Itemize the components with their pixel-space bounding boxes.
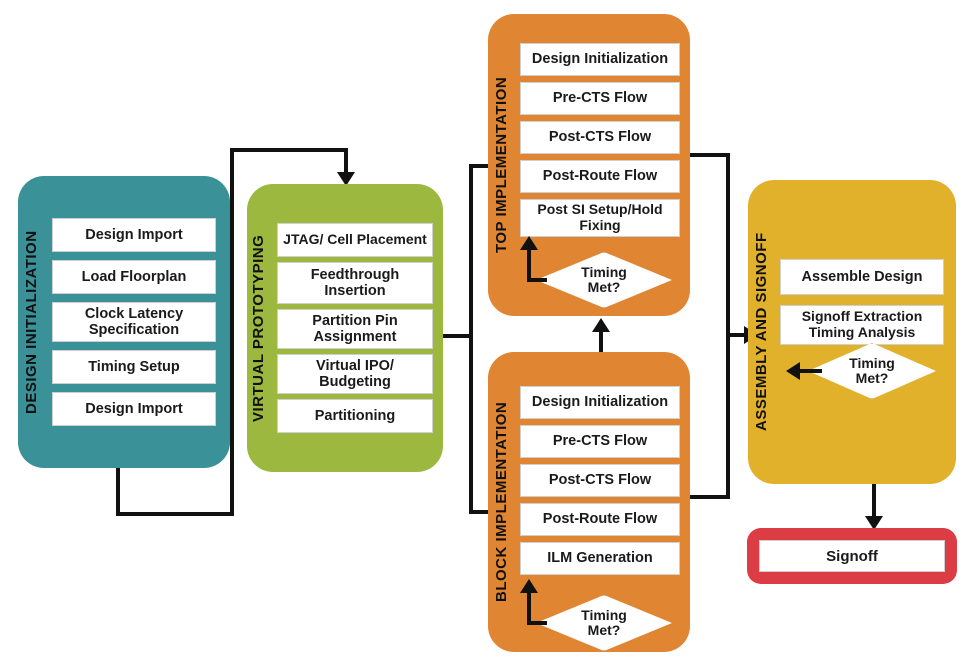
terminal-signoff[interactable]: Signoff bbox=[747, 528, 957, 584]
arrowhead-block-to-top bbox=[592, 318, 610, 332]
step-node[interactable]: ILM Generation bbox=[520, 541, 680, 575]
decision-top-timing-met[interactable]: Timing Met? bbox=[536, 252, 672, 308]
stage-assembly-and-signoff[interactable]: ASSEMBLY AND SIGNOFF Assemble Design Sig… bbox=[748, 180, 956, 484]
connector-init-to-vp-bottom bbox=[116, 512, 234, 516]
stage-title-block-implementation: BLOCK IMPLEMENTATION bbox=[493, 401, 510, 603]
step-node[interactable]: Post-Route Flow bbox=[520, 502, 680, 536]
step-node[interactable]: Partitioning bbox=[277, 399, 433, 433]
step-node[interactable]: Pre-CTS Flow bbox=[520, 82, 680, 115]
arrowhead-top-feedback bbox=[520, 236, 538, 250]
connector-init-to-vp-down-left bbox=[116, 466, 120, 516]
flowchart-canvas: DESIGN INITIALIZATION Design Import Load… bbox=[0, 0, 973, 664]
step-node[interactable]: Post-CTS Flow bbox=[520, 121, 680, 154]
step-node[interactable]: Assemble Design bbox=[780, 259, 944, 295]
connector-assembly-feedback-h bbox=[800, 369, 822, 373]
connector-vp-split-vertical bbox=[469, 164, 473, 512]
decision-label: Timing Met? bbox=[581, 263, 627, 295]
step-node[interactable]: Design Initialization bbox=[520, 385, 680, 419]
stage-design-initialization[interactable]: DESIGN INITIALIZATION Design Import Load… bbox=[18, 176, 230, 468]
stage-steps-virtual-prototyping: JTAG/ Cell Placement Feedthrough Inserti… bbox=[277, 198, 433, 458]
arrowhead-block-feedback bbox=[520, 579, 538, 593]
step-node[interactable]: Design Import bbox=[52, 218, 216, 252]
terminal-signoff-label: Signoff bbox=[759, 540, 945, 572]
connector-top-out bbox=[684, 153, 730, 157]
connector-init-to-vp-up-right bbox=[230, 148, 234, 516]
step-node[interactable]: JTAG/ Cell Placement bbox=[277, 223, 433, 257]
step-node[interactable]: Load Floorplan bbox=[52, 260, 216, 294]
connector-merge-vertical bbox=[726, 153, 730, 499]
stage-steps-assembly-and-signoff: Assemble Design Signoff Extraction Timin… bbox=[780, 194, 944, 470]
step-node[interactable]: Virtual IPO/ Budgeting bbox=[277, 354, 433, 394]
step-node[interactable]: Clock Latency Specification bbox=[52, 302, 216, 342]
step-node[interactable]: Post SI Setup/Hold Fixing bbox=[520, 199, 680, 237]
step-node[interactable]: Design Import bbox=[52, 392, 216, 426]
step-node[interactable]: Pre-CTS Flow bbox=[520, 424, 680, 458]
step-node[interactable]: Post-Route Flow bbox=[520, 160, 680, 193]
step-node[interactable]: Feedthrough Insertion bbox=[277, 262, 433, 304]
decision-block-timing-met[interactable]: Timing Met? bbox=[536, 595, 672, 651]
connector-init-to-vp-top bbox=[230, 148, 348, 152]
decision-label: Timing Met? bbox=[581, 606, 627, 638]
stage-title-virtual-prototyping: VIRTUAL PROTOTYPING bbox=[250, 234, 267, 422]
step-node[interactable]: Partition Pin Assignment bbox=[277, 309, 433, 349]
connector-vp-entry-stem bbox=[344, 148, 348, 174]
arrowhead-assembly-feedback bbox=[786, 362, 800, 380]
connector-merge-to-assembly bbox=[726, 333, 746, 337]
step-node[interactable]: Timing Setup bbox=[52, 350, 216, 384]
step-node[interactable]: Design Initialization bbox=[520, 43, 680, 76]
stage-title-assembly-and-signoff: ASSEMBLY AND SIGNOFF bbox=[753, 232, 770, 432]
step-node[interactable]: Post-CTS Flow bbox=[520, 463, 680, 497]
step-node[interactable]: Signoff Extraction Timing Analysis bbox=[780, 305, 944, 345]
stage-steps-design-initialization: Design Import Load Floorplan Clock Laten… bbox=[50, 192, 218, 452]
stage-title-top-implementation: TOP IMPLEMENTATION bbox=[493, 76, 510, 254]
decision-label: Timing Met? bbox=[849, 354, 895, 386]
decision-assembly-timing-met[interactable]: Timing Met? bbox=[808, 343, 936, 399]
stage-title-design-initialization: DESIGN INITIALIZATION bbox=[23, 230, 40, 414]
stage-virtual-prototyping[interactable]: VIRTUAL PROTOTYPING JTAG/ Cell Placement… bbox=[247, 184, 443, 472]
connector-block-out bbox=[684, 495, 730, 499]
